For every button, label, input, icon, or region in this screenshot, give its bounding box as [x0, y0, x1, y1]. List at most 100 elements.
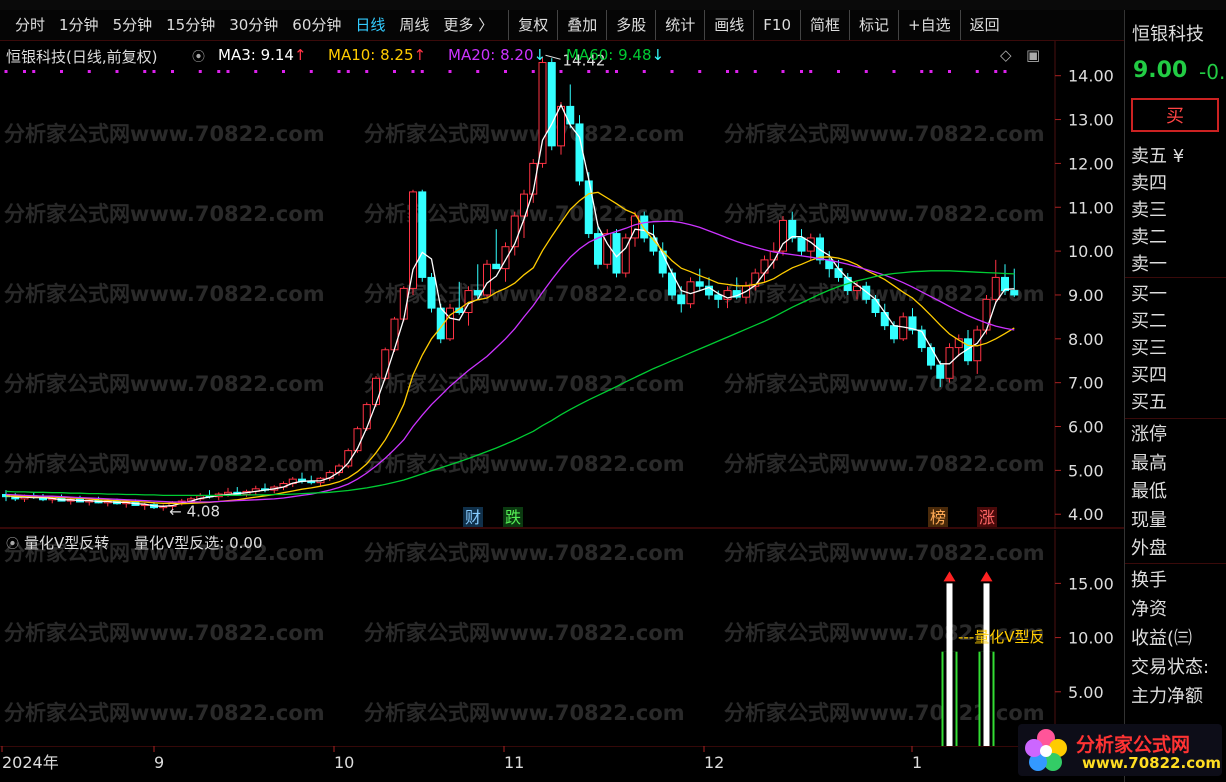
- y-tick-label: 14.00: [1068, 67, 1114, 86]
- diamond-icon[interactable]: ◇: [1000, 46, 1012, 64]
- buy_rows-row-2: 买三: [1131, 338, 1167, 359]
- info-dot: [975, 70, 979, 73]
- site-logo: 分析家公式网 www.70822.com: [1018, 724, 1222, 776]
- sell_rows-row-3: 卖二: [1131, 227, 1167, 248]
- candle-body[interactable]: [917, 329, 926, 349]
- legend-ma3: MA3: 9.14↑: [218, 46, 307, 64]
- panel-toggle-icon[interactable]: ▣: [1026, 46, 1040, 64]
- period-tab-4[interactable]: 30分钟: [222, 10, 285, 40]
- candle-body[interactable]: [418, 191, 427, 278]
- period-tab-8[interactable]: 更多 〉: [436, 10, 500, 40]
- buy_rows-row-3: 买四: [1131, 365, 1167, 386]
- marker-bang[interactable]: 榜: [930, 508, 946, 527]
- candle-body[interactable]: [575, 123, 584, 182]
- candle-body[interactable]: [880, 312, 889, 327]
- candle-body[interactable]: [362, 404, 371, 430]
- toolbar-buttons: 复权 叠加 多股 统计 画线 F10 简框 标记 +自选 返回: [508, 10, 1008, 40]
- signal-bar[interactable]: [983, 583, 990, 746]
- candle-body[interactable]: [409, 191, 417, 289]
- toolbar-button-3[interactable]: 统计: [655, 10, 704, 40]
- toolbar-button-2[interactable]: 多股: [606, 10, 655, 40]
- indicator-toggle-icon[interactable]: ⦿: [6, 533, 19, 552]
- toolbar-button-4[interactable]: 画线: [704, 10, 753, 40]
- candle-body[interactable]: [538, 62, 547, 164]
- period-tab-3[interactable]: 15分钟: [159, 10, 222, 40]
- period-tab-0[interactable]: 分时: [8, 10, 52, 40]
- candle-body[interactable]: [862, 285, 871, 300]
- candle-body[interactable]: [788, 219, 797, 239]
- toolbar-button-8[interactable]: +自选: [898, 10, 960, 40]
- marker-die[interactable]: 跌: [505, 508, 521, 527]
- info-dot: [531, 70, 535, 73]
- period-tab-7[interactable]: 周线: [392, 10, 436, 40]
- stats-row-4: 外盘: [1131, 538, 1167, 559]
- candlestick-chart[interactable]: 分析家公式网www.70822.com 分析家公式网www.70822.com 分析…: [0, 41, 1124, 529]
- watermark-text: 分析家公式网www.70822.com: [4, 122, 325, 146]
- candle-body[interactable]: [390, 318, 399, 351]
- candle-body[interactable]: [834, 268, 843, 278]
- extra-row-2: 收益(㈢: [1131, 628, 1193, 649]
- candle-body[interactable]: [381, 349, 390, 379]
- candle-body[interactable]: [547, 62, 556, 147]
- toolbar-button-1[interactable]: 叠加: [557, 10, 606, 40]
- candle-body[interactable]: [640, 215, 649, 239]
- x-axis-label: 9: [154, 753, 164, 772]
- period-tab-5[interactable]: 60分钟: [285, 10, 348, 40]
- info-dot: [605, 70, 609, 73]
- candle-body[interactable]: [483, 263, 491, 296]
- period-tab-2[interactable]: 5分钟: [106, 10, 160, 40]
- y-tick-label: 12.00: [1068, 154, 1114, 173]
- candle-body[interactable]: [427, 276, 436, 309]
- toolbar-button-7[interactable]: 标记: [849, 10, 898, 40]
- candle-body[interactable]: [492, 263, 501, 270]
- candle-body[interactable]: [890, 325, 898, 340]
- candle-body[interactable]: [927, 347, 935, 366]
- period-tab-6[interactable]: 日线: [348, 10, 392, 40]
- candle-body[interactable]: [714, 294, 723, 300]
- info-dot: [587, 70, 591, 73]
- candle-body[interactable]: [797, 237, 806, 252]
- indicator-name: 量化V型反转: [24, 534, 110, 552]
- legend-toggle-icon[interactable]: ⦿: [192, 46, 205, 65]
- candle-body[interactable]: [871, 298, 880, 314]
- watermark-text: 分析家公式网www.70822.com: [724, 541, 1045, 565]
- candle-body[interactable]: [982, 298, 991, 331]
- candle-body[interactable]: [760, 259, 769, 274]
- current-price: 9.00: [1133, 58, 1188, 83]
- info-dot: [346, 70, 350, 73]
- chart-toolbar: 分时 1分钟 5分钟 15分钟 30分钟 60分钟 日线 周线 更多 〉 复权 叠加 多股 统计 画线 F…: [0, 10, 1124, 41]
- watermark-text: 分析家公式网www.70822.com: [4, 701, 325, 725]
- logo-name: 分析家公式网: [1076, 734, 1191, 756]
- x-axis: 2024年 9 10 11 12 1: [0, 746, 1124, 772]
- y-tick-label: 11.00: [1068, 198, 1114, 217]
- indicator-chart[interactable]: 分析家公式网www.70822.com 分析家公式网www.70822.com 分析…: [0, 530, 1124, 746]
- info-dot: [254, 70, 258, 73]
- marker-cai[interactable]: 财: [465, 508, 481, 527]
- info-dot: [476, 70, 480, 73]
- period-tab-1[interactable]: 1分钟: [52, 10, 106, 40]
- signal-bar[interactable]: [946, 583, 953, 746]
- watermark-text: 分析家公式网www.70822.com: [4, 282, 325, 306]
- toolbar-button-0[interactable]: 复权: [508, 10, 557, 40]
- candle-body[interactable]: [991, 276, 1000, 300]
- candle-body[interactable]: [1010, 290, 1019, 296]
- candle-body[interactable]: [779, 219, 787, 252]
- y-tick-label: 8.00: [1068, 330, 1104, 349]
- toolbar-button-6[interactable]: 简框: [800, 10, 849, 40]
- watermark-text: 分析家公式网www.70822.com: [724, 372, 1045, 396]
- y-tick-label: 10.00: [1068, 242, 1114, 261]
- marker-zhang[interactable]: 涨: [979, 508, 995, 527]
- candle-body[interactable]: [677, 294, 686, 305]
- candle-body[interactable]: [557, 105, 565, 147]
- watermark-text: 分析家公式网www.70822.com: [4, 452, 325, 476]
- candle-body[interactable]: [936, 364, 945, 379]
- candle-body[interactable]: [695, 281, 704, 287]
- extra-row-3: 交易状态:: [1131, 657, 1210, 678]
- info-dot: [60, 70, 63, 73]
- info-dot: [670, 70, 674, 73]
- toolbar-button-9[interactable]: 返回: [959, 10, 1009, 40]
- toolbar-button-5[interactable]: F10: [753, 10, 800, 40]
- candle-body[interactable]: [372, 377, 380, 406]
- watermark-text: 分析家公式网www.70822.com: [724, 202, 1045, 226]
- buy-button[interactable]: 买: [1131, 98, 1219, 132]
